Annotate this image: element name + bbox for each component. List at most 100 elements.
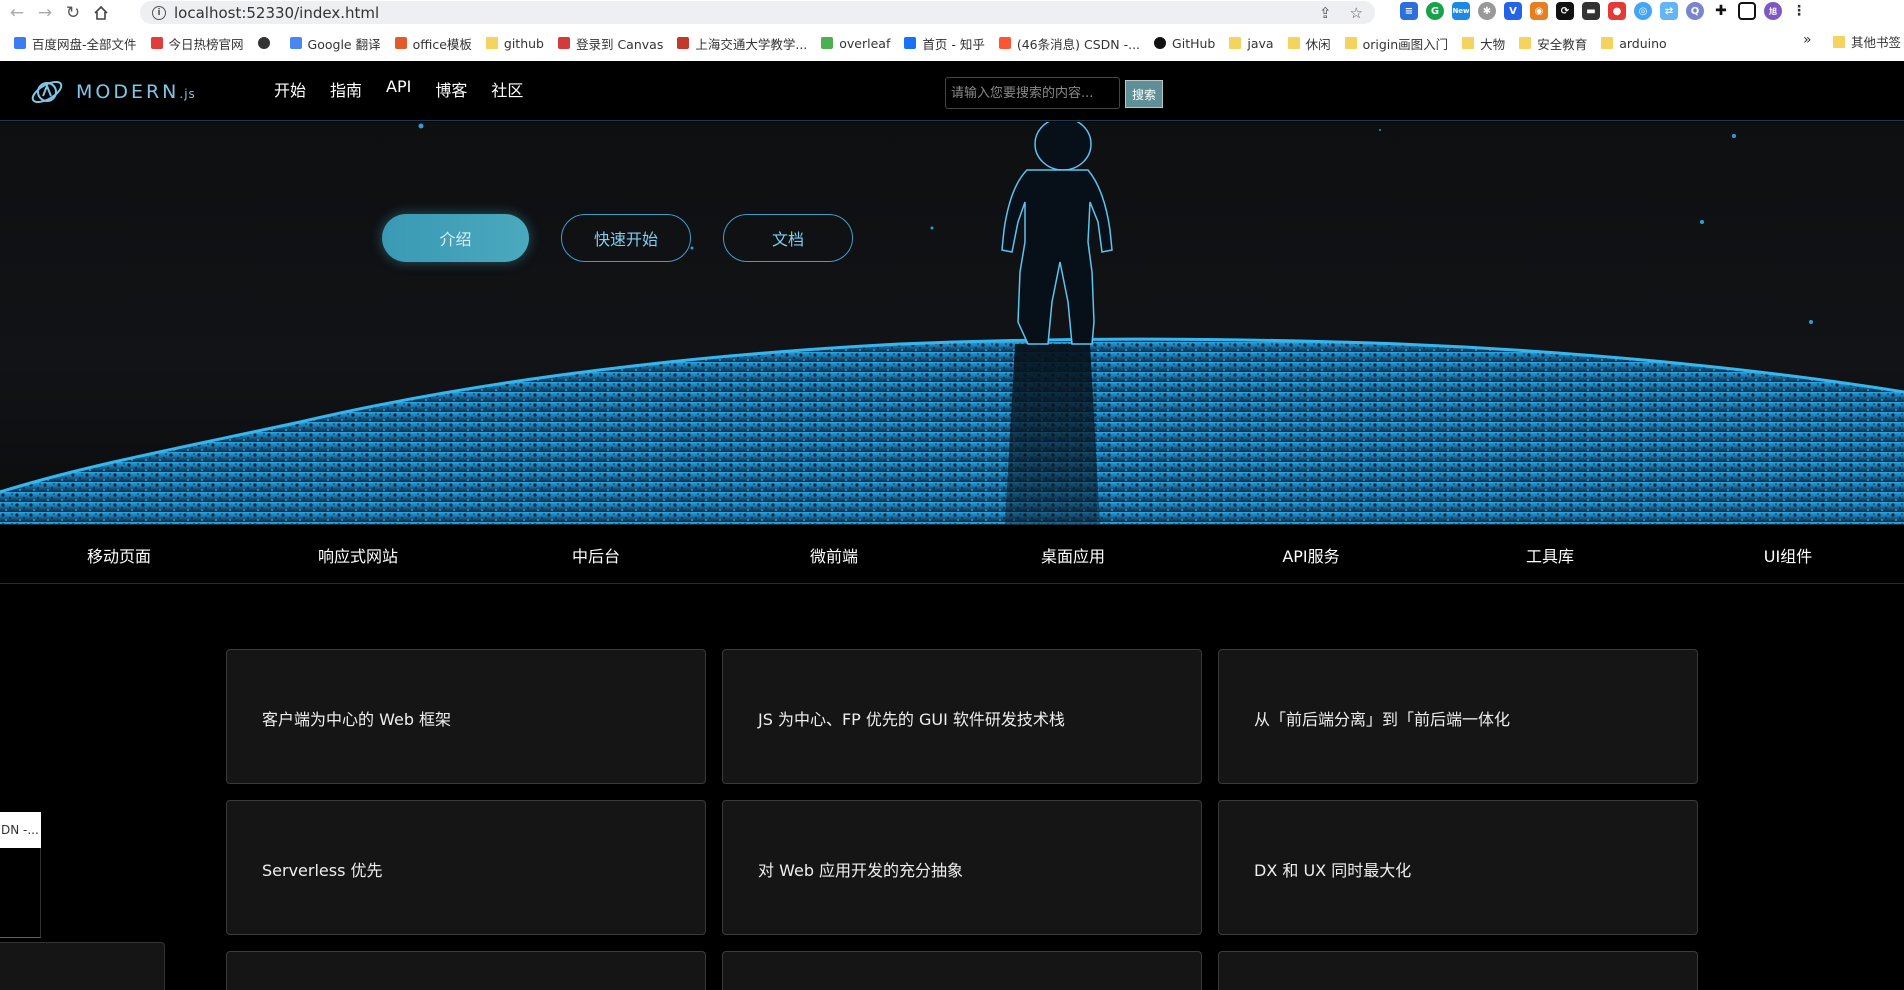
forward-arrow-icon[interactable]: → [34,2,56,24]
intro-button[interactable]: 介绍 [382,214,529,262]
feature-card[interactable] [722,951,1202,990]
bookmarks-overflow-button[interactable]: » [1803,32,1812,48]
other-bookmarks[interactable]: 其他书签 [1833,32,1901,51]
bookmark-item[interactable]: 百度网盘-全部文件 [14,34,137,53]
bookmark-item[interactable]: java [1229,36,1274,51]
extension-red-icon[interactable]: ● [1608,2,1626,20]
csdn-icon [998,37,1011,49]
bookmark-label: 登录到 Canvas [575,36,664,52]
extension-sync-icon[interactable]: ⟳ [1556,2,1574,20]
category-desktop-app[interactable]: 桌面应用 [1041,543,1105,567]
site-logo[interactable]: MODERN.js [28,73,196,111]
category-responsive-site[interactable]: 响应式网站 [318,543,398,567]
share-icon[interactable]: ⇪ [1319,4,1332,22]
puzzle-icon[interactable]: ✚ [1712,2,1730,20]
bookmark-item[interactable]: origin画图入门 [1344,34,1449,53]
bookmark-label: 休闲 [1305,36,1331,52]
sidepanel-icon[interactable] [1738,2,1756,20]
bookmark-item[interactable]: 安全教育 [1519,34,1587,53]
bookmark-item[interactable]: arduino [1601,36,1667,51]
zhihu-icon [904,37,917,49]
search-button[interactable]: 搜索 [1125,80,1163,108]
quick-start-button[interactable]: 快速开始 [561,214,691,262]
category-tool-library[interactable]: 工具库 [1526,543,1574,567]
bookmark-item[interactable]: Google 翻译 [289,34,381,53]
folder-icon [485,37,498,49]
bookmark-item[interactable]: 今日热榜官网 [150,34,244,53]
bookmark-item[interactable]: 登录到 Canvas [557,34,664,53]
category-mobile-page[interactable]: 移动页面 [87,543,151,567]
back-arrow-icon[interactable]: ← [6,2,28,24]
extension-stack-icon[interactable]: ≡ [1400,2,1418,20]
extension-new-icon[interactable]: New [1452,2,1470,20]
home-icon[interactable] [90,2,112,24]
menu-kebab-icon[interactable]: ⋮ [1790,2,1808,20]
feature-card[interactable] [226,951,706,990]
folder-icon [1287,37,1300,49]
bookmark-item[interactable] [257,37,276,49]
nav-link-blog[interactable]: 博客 [435,77,467,101]
reload-icon[interactable]: ↻ [62,2,84,24]
bookmark-label: Google 翻译 [307,36,381,52]
bookmark-label: office模板 [412,36,472,52]
astronaut-shadow [1005,344,1100,524]
bookmark-item[interactable]: 休闲 [1287,34,1331,53]
site-info-icon[interactable]: i [152,5,166,20]
github-icon [1154,37,1167,49]
bookmark-item[interactable]: 上海交通大学教学... [677,34,807,53]
sjtu-icon [677,37,690,49]
feature-card[interactable] [1218,951,1698,990]
category-micro-frontend[interactable]: 微前端 [810,543,858,567]
feature-card-title: Serverless 优先 [262,861,383,880]
avatar[interactable]: 旭 [1764,2,1782,20]
feature-card[interactable]: Serverless 优先 [226,800,706,935]
hero-section: 介绍 快速开始 文档 [0,122,1904,524]
bottom-left-panel [0,942,165,990]
bookmark-item[interactable]: office模板 [394,34,472,53]
bookmark-item[interactable]: 首页 - 知乎 [904,34,985,53]
bookmark-item[interactable]: overleaf [821,36,890,51]
feature-card[interactable]: 从「前后端分离」到「前后端一体化 [1218,649,1698,784]
extension-grammarly-icon[interactable]: G [1426,2,1444,20]
category-api-service[interactable]: API服务 [1282,543,1339,567]
feature-card-title: JS 为中心、FP 优先的 GUI 软件研发技术栈 [758,710,1065,729]
bookmark-label: 今日热榜官网 [168,36,244,52]
extension-translate-icon[interactable]: ⇄ [1660,2,1678,20]
bookmark-item[interactable]: GitHub [1154,36,1215,51]
r-icon [150,37,163,49]
nav-link-start[interactable]: 开始 [274,77,306,101]
bookmark-label: origin画图入门 [1362,36,1449,52]
feature-card[interactable]: JS 为中心、FP 优先的 GUI 软件研发技术栈 [722,649,1202,784]
bookmark-label: github [503,35,544,51]
baidu-netdisk-icon [14,37,26,49]
extension-terminal-icon[interactable]: ▬ [1582,2,1600,20]
nav-link-api[interactable]: API [386,77,411,101]
bookmark-item[interactable]: 大物 [1462,34,1505,53]
extension-v-icon[interactable]: V [1504,2,1522,20]
office-icon [394,37,407,49]
bookmark-item[interactable]: (46条消息) CSDN -... [998,34,1141,53]
extension-gear-icon[interactable]: ✱ [1478,2,1496,20]
google-translate-icon [289,37,302,49]
feature-card[interactable]: 对 Web 应用开发的充分抽象 [722,800,1202,935]
feature-card[interactable]: DX 和 UX 同时最大化 [1218,800,1698,935]
docs-button[interactable]: 文档 [723,214,853,262]
bookmark-label: (46条消息) CSDN -... [1016,36,1141,52]
bookmarks-bar: 百度网盘-全部文件 今日热榜官网 Google 翻译 office模板 github 登录… [0,32,1904,54]
globe-icon [257,37,270,49]
folder-icon [1462,37,1475,49]
feature-card[interactable]: 客户端为中心的 Web 框架 [226,649,706,784]
main-nav: 开始 指南 API 博客 社区 [274,77,523,101]
category-admin[interactable]: 中后台 [572,543,620,567]
extension-search-icon[interactable]: Q [1686,2,1704,20]
nav-link-guide[interactable]: 指南 [330,77,362,101]
extension-tiger-icon[interactable]: ◉ [1530,2,1548,20]
url-bar[interactable]: i localhost:52330/index.html ⇪ ☆ [140,1,1375,24]
extension-circle-icon[interactable]: ◎ [1634,2,1652,20]
nav-link-community[interactable]: 社区 [491,77,523,101]
bookmark-star-icon[interactable]: ☆ [1350,4,1363,22]
bookmark-label: 大物 [1480,36,1506,52]
search-input[interactable] [945,77,1120,109]
category-ui-components[interactable]: UI组件 [1764,543,1812,567]
bookmark-item[interactable]: github [485,35,544,51]
